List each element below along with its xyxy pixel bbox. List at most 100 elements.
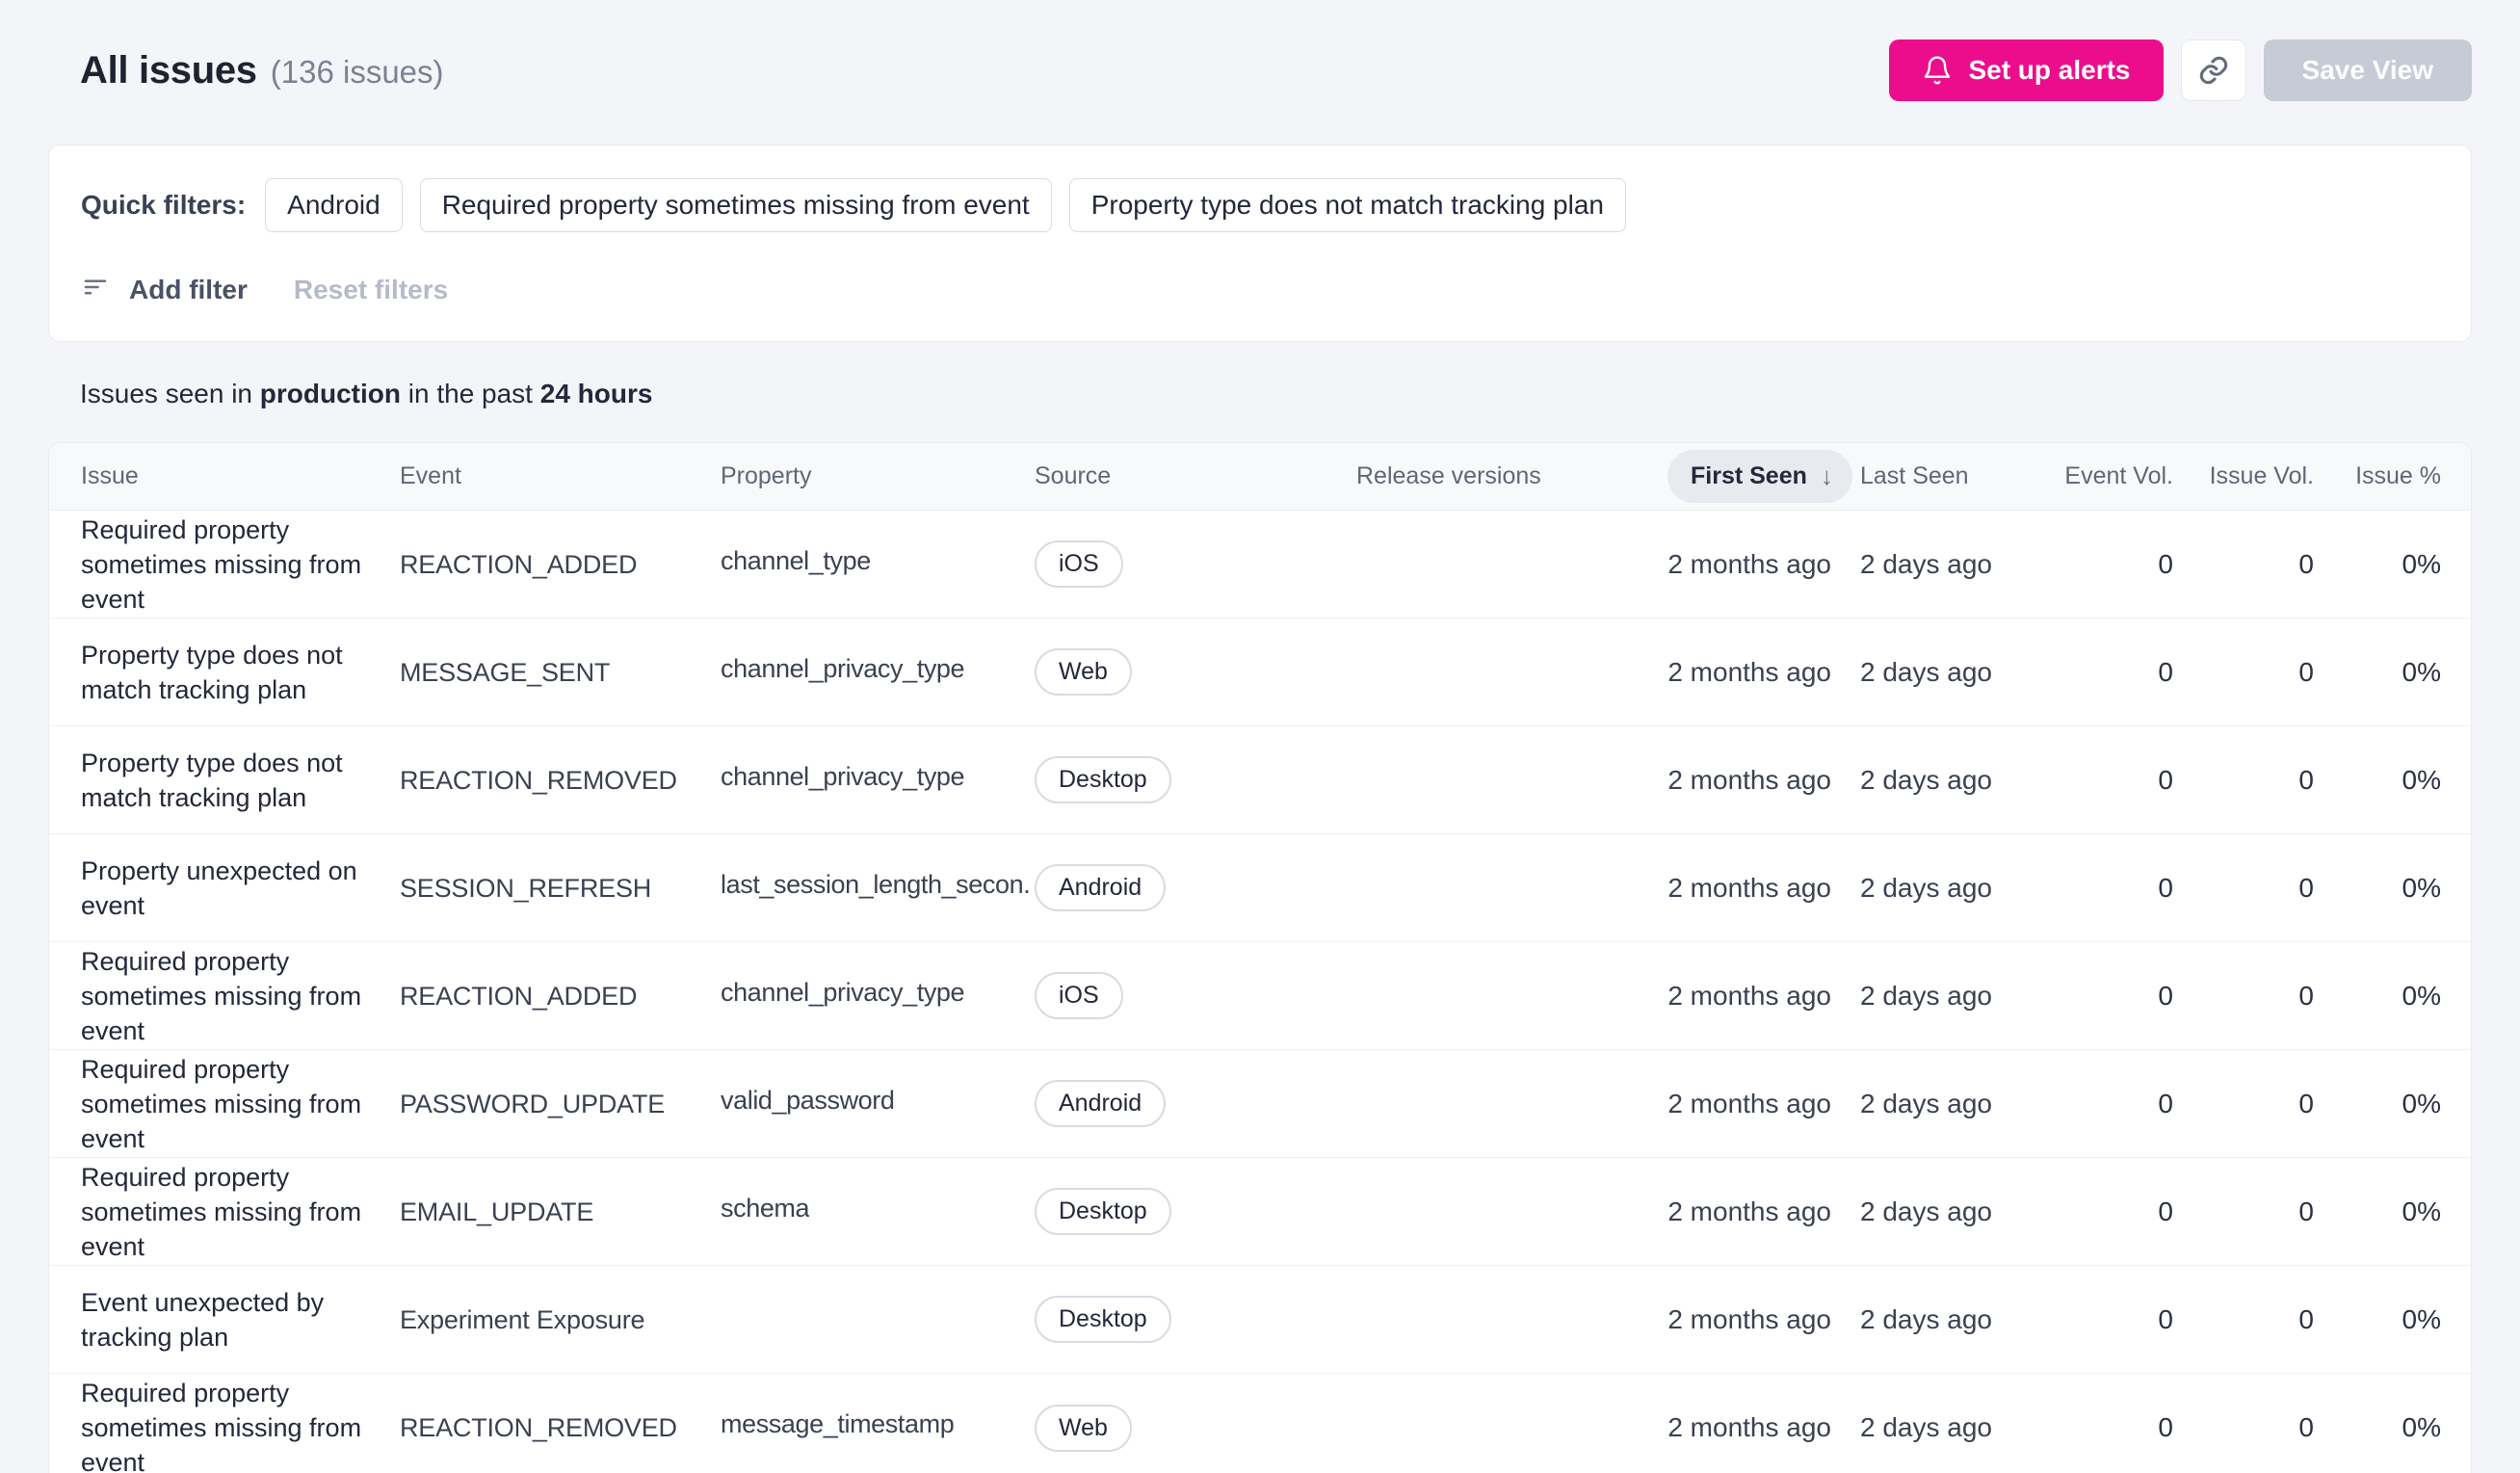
column-header-last-seen[interactable]: Last Seen [1860,462,2053,490]
source-chip: Desktop [1035,1296,1171,1343]
issue-pct-value: 0% [2402,1196,2441,1226]
first-seen-value: 2 months ago [1667,1412,1831,1442]
column-header-first-seen[interactable]: First Seen ↓ [1667,450,1860,503]
issue-label: Required property sometimes missing from… [81,1379,362,1473]
issue-cell: Required property sometimes missing from… [81,1376,400,1473]
event-vol-cell: 0 [2053,1197,2173,1227]
table-row[interactable]: Required property sometimes missing from… [49,942,2471,1050]
quick-filter-chip[interactable]: Required property sometimes missing from… [419,178,1052,232]
quick-filter-chip[interactable]: Android [265,178,403,232]
event-label: REACTION_REMOVED [400,1413,677,1442]
table-row[interactable]: Event unexpected by tracking plan Experi… [49,1266,2471,1374]
issue-pct-value: 0% [2402,548,2441,579]
copy-link-button[interactable] [2180,39,2246,101]
issue-vol-cell: 0 [2173,1197,2314,1227]
set-up-alerts-label: Set up alerts [1968,55,2131,85]
issue-vol-cell: 0 [2173,657,2314,688]
column-header-event[interactable]: Event [400,462,721,490]
table-row[interactable]: Property type does not match tracking pl… [49,618,2471,726]
table-row[interactable]: Required property sometimes missing from… [49,511,2471,618]
set-up-alerts-button[interactable]: Set up alerts [1889,39,2164,101]
event-cell: PASSWORD_UPDATE [400,1089,721,1119]
issue-pct-value: 0% [2402,980,2441,1011]
last-seen-cell: 2 days ago [1860,981,2053,1012]
event-vol-value: 0 [2158,1196,2173,1226]
first-seen-sort-pill[interactable]: First Seen ↓ [1667,450,1852,503]
issue-cell: Required property sometimes missing from… [81,1160,400,1264]
add-filter-button[interactable]: Add filter [129,275,248,305]
scope-range: 24 hours [539,379,653,408]
save-view-button[interactable]: Save View [2263,39,2472,101]
filters-panel: Quick filters: Android Required property … [48,145,2472,342]
source-cell: iOS [1035,540,1356,588]
issue-cell: Required property sometimes missing from… [81,1052,400,1156]
event-cell: REACTION_ADDED [400,549,721,580]
event-cell: REACTION_ADDED [400,981,721,1012]
event-label: REACTION_ADDED [400,549,638,579]
event-vol-value: 0 [2158,764,2173,795]
issue-vol-value: 0 [2298,1196,2314,1226]
first-seen-cell: 2 months ago [1667,657,1860,688]
table-row[interactable]: Required property sometimes missing from… [49,1374,2471,1473]
column-header-issue-pct[interactable]: Issue % [2314,462,2441,490]
quick-filters-row: Quick filters: Android Required property … [81,178,2439,232]
issue-pct-cell: 0% [2314,765,2441,796]
quick-filter-chip[interactable]: Property type does not match tracking pl… [1068,178,1626,232]
column-header-issue[interactable]: Issue [81,462,400,490]
issue-label: Event unexpected by tracking plan [81,1287,325,1352]
column-header-event-vol[interactable]: Event Vol. [2053,462,2173,490]
event-vol-cell: 0 [2053,765,2173,796]
issue-pct-value: 0% [2402,656,2441,687]
issue-vol-value: 0 [2298,656,2314,687]
first-seen-cell: 2 months ago [1667,1089,1860,1119]
event-vol-cell: 0 [2053,1304,2173,1335]
last-seen-value: 2 days ago [1860,548,1992,579]
issue-vol-cell: 0 [2173,549,2314,580]
table-row[interactable]: Required property sometimes missing from… [49,1050,2471,1158]
issue-pct-value: 0% [2402,872,2441,903]
column-header-release-versions[interactable]: Release versions [1356,462,1667,490]
table-row[interactable]: Required property sometimes missing from… [49,1158,2471,1266]
issue-pct-value: 0% [2402,1303,2441,1334]
table-row[interactable]: Property type does not match tracking pl… [49,726,2471,834]
first-seen-header-label: First Seen [1691,462,1807,489]
issue-pct-cell: 0% [2314,873,2441,904]
last-seen-cell: 2 days ago [1860,765,2053,796]
source-chip: iOS [1035,972,1123,1019]
issue-vol-cell: 0 [2173,765,2314,796]
property-label: schema [721,1193,810,1223]
event-vol-value: 0 [2158,656,2173,687]
event-label: REACTION_REMOVED [400,765,677,795]
source-cell: Desktop [1035,756,1356,803]
event-vol-cell: 0 [2053,873,2173,904]
first-seen-cell: 2 months ago [1667,765,1860,796]
column-header-property[interactable]: Property [721,462,1035,490]
source-cell: Android [1035,864,1356,911]
first-seen-cell: 2 months ago [1667,1197,1860,1227]
issue-vol-cell: 0 [2173,981,2314,1012]
issue-pct-cell: 0% [2314,1197,2441,1227]
property-label: message_timestamp [721,1409,955,1438]
property-label: channel_privacy_type [721,653,965,683]
property-cell: schema [721,1194,1035,1230]
last-seen-cell: 2 days ago [1860,873,2053,904]
scope-prefix: Issues seen in [80,379,260,408]
last-seen-cell: 2 days ago [1860,1304,2053,1335]
last-seen-value: 2 days ago [1860,1088,1992,1118]
last-seen-value: 2 days ago [1860,764,1992,795]
column-header-source[interactable]: Source [1035,462,1356,490]
property-cell [721,1304,1035,1335]
event-vol-value: 0 [2158,1412,2173,1442]
source-chip: iOS [1035,540,1123,588]
reset-filters-button[interactable]: Reset filters [294,275,448,305]
table-row[interactable]: Property unexpected on event SESSION_REF… [49,834,2471,942]
column-header-issue-vol[interactable]: Issue Vol. [2173,462,2314,490]
first-seen-value: 2 months ago [1667,980,1831,1011]
property-label: channel_privacy_type [721,977,965,1007]
event-vol-value: 0 [2158,1088,2173,1118]
last-seen-value: 2 days ago [1860,1196,1992,1226]
issue-label: Required property sometimes missing from… [81,1162,362,1261]
last-seen-cell: 2 days ago [1860,1412,2053,1443]
source-cell: Android [1035,1080,1356,1127]
event-label: SESSION_REFRESH [400,873,652,903]
